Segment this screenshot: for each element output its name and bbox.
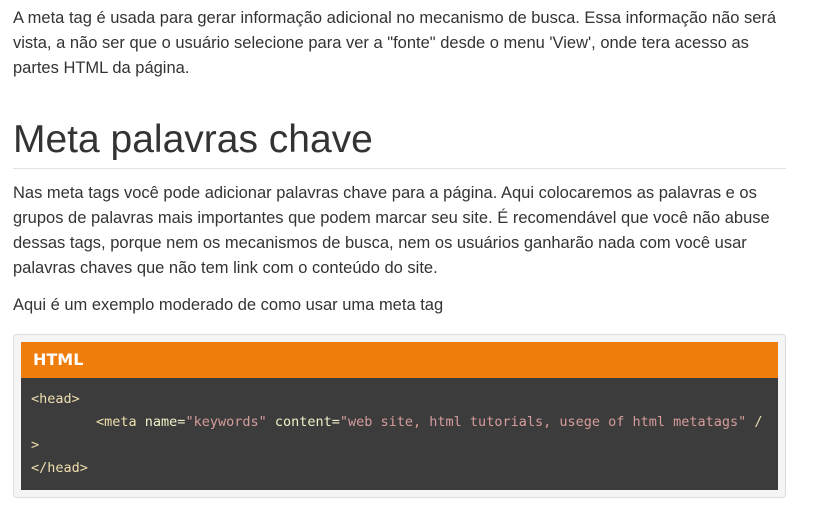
section-paragraph: Nas meta tags você pode adicionar palavr… xyxy=(13,184,770,277)
code-attr-content-value: "web site, html tutorials, usege of html… xyxy=(339,414,747,430)
intro-paragraph: A meta tag é usada para gerar informação… xyxy=(13,9,777,77)
code-meta-open-tag: <meta xyxy=(96,414,137,430)
code-attr-name-value: "keywords" xyxy=(185,414,267,430)
code-block[interactable]: <head> <meta name="keywords" content="we… xyxy=(21,378,778,490)
example-intro: Aqui é um exemplo moderado de como usar … xyxy=(13,296,444,314)
article-content: A meta tag é usada para gerar informação… xyxy=(13,0,786,498)
code-head-open-tag: <head> xyxy=(31,391,80,407)
section-heading: Meta palavras chave xyxy=(13,118,786,169)
code-example-box: HTML <head> <meta name="keywords" conten… xyxy=(13,334,786,498)
code-attr-content: content= xyxy=(266,414,340,430)
code-attr-name: name= xyxy=(136,414,186,430)
code-example-header: HTML xyxy=(21,342,778,378)
code-head-close-tag: </head> xyxy=(31,460,88,476)
